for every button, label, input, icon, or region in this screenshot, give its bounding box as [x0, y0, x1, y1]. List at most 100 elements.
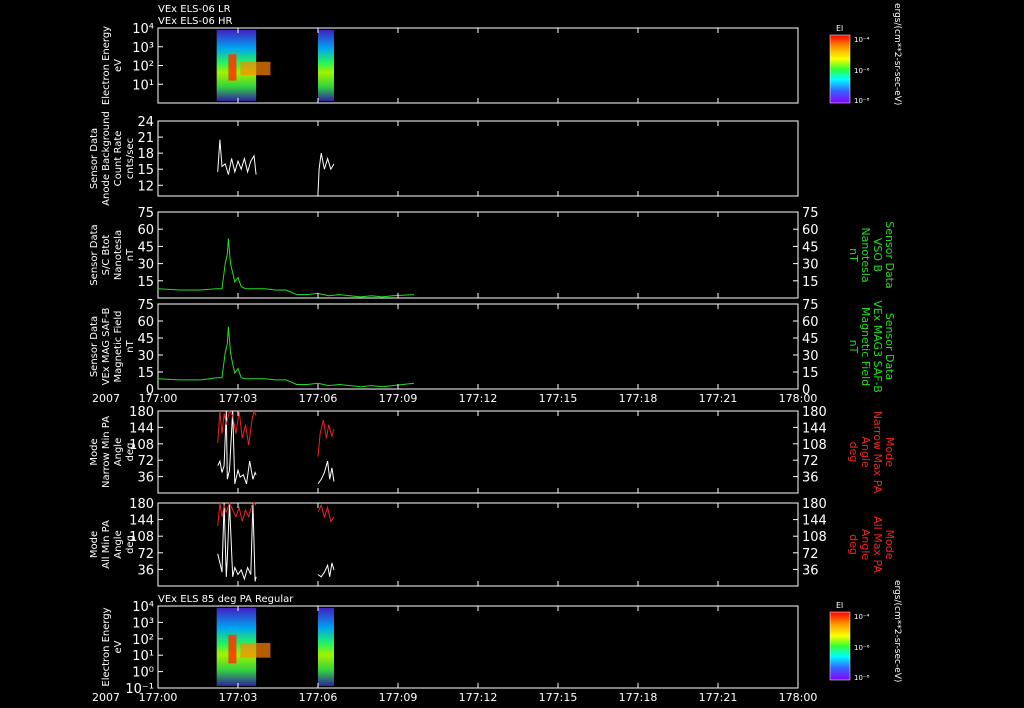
colorbar-bottom-title: El: [836, 601, 843, 610]
y-tick-label-right: 75: [802, 298, 819, 313]
colorbar-bottom-tick-2: 10⁻⁶: [854, 644, 870, 652]
x-tick-label: 177:15: [539, 392, 578, 405]
y-tick-label: 60: [137, 223, 154, 238]
y-axis-label-right: Sensor DataVSO BNanoteslanT: [847, 221, 896, 288]
panel-frame: [157, 211, 799, 299]
y-tick-label-right: 15: [802, 366, 819, 381]
colorbar-top-tick-1: 10⁻⁴: [854, 36, 870, 44]
y-axis-label-right: ModeAll Max PAAngledeg: [847, 516, 896, 573]
y-tick-label: 144: [129, 514, 154, 529]
x-tick-label: 177:12: [459, 392, 498, 405]
y-tick-label: 10¹: [132, 78, 154, 93]
y-label-line: S/C Btot: [101, 235, 112, 276]
y-label-right-line: nT: [847, 248, 860, 262]
colorbar-top-tick-3: 10⁻⁸: [854, 97, 870, 105]
colorbar-bottom-unit: ergs/(cm**2-sr-sec-eV): [892, 580, 902, 682]
panel-1: 10⁴ 10³ 10² 10¹ Electron Energy eV: [101, 22, 799, 105]
y-tick-label-right: 45: [802, 332, 819, 347]
x-tick-label: 177:00: [139, 392, 178, 405]
year-label: 2007: [92, 691, 120, 704]
y-label-line: Sensor Data: [89, 128, 100, 189]
x-tick-label: 177:18: [619, 691, 658, 704]
y-label-line: Magnetic Field: [113, 310, 124, 382]
y-tick-label: 10³: [132, 41, 154, 56]
y-label-right-line: nT: [847, 340, 860, 354]
y-tick-label-right: 72: [802, 547, 819, 562]
y-axis-label: Sensor Data VEx MAG SAF-B Magnetic Field nT: [89, 308, 136, 386]
y-tick-label: 10²: [132, 60, 154, 75]
colorbar-top-tick-2: 10⁻⁶: [854, 67, 870, 75]
panel-4: 75 7560 6045 4530 3015 150 0Sensor Data VEx MAG…: [89, 298, 896, 405]
x-tick-label: 177:09: [379, 392, 418, 405]
spectrogram-block: [318, 608, 334, 686]
panel-5: 180 180144 144108 10872 7236 36Mode Narrow Min…: [89, 405, 896, 494]
y-tick-label: 10⁴: [132, 600, 154, 615]
y-tick-label: 75: [137, 206, 154, 221]
header-line-1: VEx ELS-06 LR: [158, 4, 231, 15]
x-tick-label: 177:03: [219, 392, 258, 405]
x-tick-label: 177:21: [699, 392, 738, 405]
y-label-line: nT: [125, 339, 136, 352]
y-tick-label: 75: [137, 298, 154, 313]
y-tick-label-right: 36: [802, 563, 819, 578]
y-tick-label: 45: [137, 240, 154, 255]
y-tick-label-right: 30: [802, 258, 819, 273]
y-tick-label: 180: [129, 405, 154, 420]
y-label-line: Angle: [113, 530, 124, 558]
panel-7: 10⁴10³10²10¹10⁰10⁻¹Electron Energy eV2007…: [92, 600, 817, 704]
x-tick-label: 177:09: [379, 691, 418, 704]
series-line: [317, 460, 335, 485]
y-label-line: Narrow Min PA: [101, 416, 112, 488]
y-axis-label-right: ModeNarrow Max PAAngledeg: [847, 411, 896, 494]
x-tick-label: 177:18: [619, 392, 658, 405]
y-label-line: Mode: [89, 438, 100, 465]
y-label-line: Electron Energy: [101, 607, 112, 686]
x-tick-label: 178:00: [779, 691, 818, 704]
spectrogram-block: [318, 30, 334, 101]
panel-6: 180 180144 144108 10872 7236 36Mode All Min PA…: [89, 497, 896, 587]
y-tick-label-right: 45: [802, 240, 819, 255]
y-label-right-line: deg: [847, 442, 860, 463]
y-tick-label: 15: [137, 275, 154, 290]
y-tick-label-right: 180: [802, 497, 827, 512]
y-axis-label: Sensor Data Anode Background Count Rate cnt…: [89, 111, 136, 206]
panel-2: 2421181512Sensor Data Anode Background Cou…: [89, 111, 799, 206]
y-label-line: Anode Background: [101, 111, 112, 206]
y-axis-label: Electron Energy eV: [101, 607, 124, 686]
series-line: [317, 503, 335, 523]
spectrogram-peak: [228, 634, 237, 664]
panel-frame: [157, 410, 799, 494]
y-tick-label-right: 60: [802, 315, 819, 330]
y-tick-label: 36: [137, 563, 154, 578]
year-label: 2007: [92, 392, 120, 405]
y-label-line: eV: [113, 640, 124, 653]
y-axis-label-right: Sensor DataVEx MAG3 SAF-BMagnetic Fieldn…: [847, 300, 896, 393]
y-label-line: Angle: [113, 438, 124, 466]
y-tick-label-right: 36: [802, 471, 819, 486]
y-tick-label: 10⁴: [132, 22, 154, 37]
y-tick-label: 30: [137, 349, 154, 364]
y-label-line: Sensor Data: [89, 224, 100, 285]
spectrogram-warm-band: [240, 642, 271, 658]
series-line: [157, 238, 415, 298]
colorbar-bottom: El 10⁻⁴ 10⁻⁶ 10⁻⁸ ergs/(cm**2-sr-sec-eV): [829, 580, 902, 682]
y-tick-label: 10¹: [132, 649, 154, 664]
y-label-line: eV: [113, 59, 124, 72]
y-tick-label: 45: [137, 332, 154, 347]
y-label-line: deg: [125, 443, 136, 462]
y-tick-label: 10⁰: [132, 666, 154, 681]
x-tick-label: 177:15: [539, 691, 578, 704]
colorbar-bottom-tick-3: 10⁻⁸: [854, 674, 870, 682]
multi-panel-plot: VEx ELS-06 LR VEx ELS-06 HR VEx ELS 85 d…: [89, 3, 902, 704]
y-tick-label: 180: [129, 497, 154, 512]
colorbar-bottom-bar: [829, 611, 851, 681]
colorbar-top-bar: [829, 34, 851, 104]
bottom-panel-title: VEx ELS 85 deg PA Regular: [158, 594, 294, 605]
y-axis-label: Electron Energy eV: [101, 26, 124, 105]
spectrogram-warm-band: [240, 61, 271, 76]
y-tick-label-right: 180: [802, 405, 827, 420]
y-tick-label-right: 108: [802, 530, 827, 545]
y-tick-label: 30: [137, 258, 154, 273]
y-tick-label-right: 75: [802, 206, 819, 221]
series-line: [317, 419, 335, 457]
